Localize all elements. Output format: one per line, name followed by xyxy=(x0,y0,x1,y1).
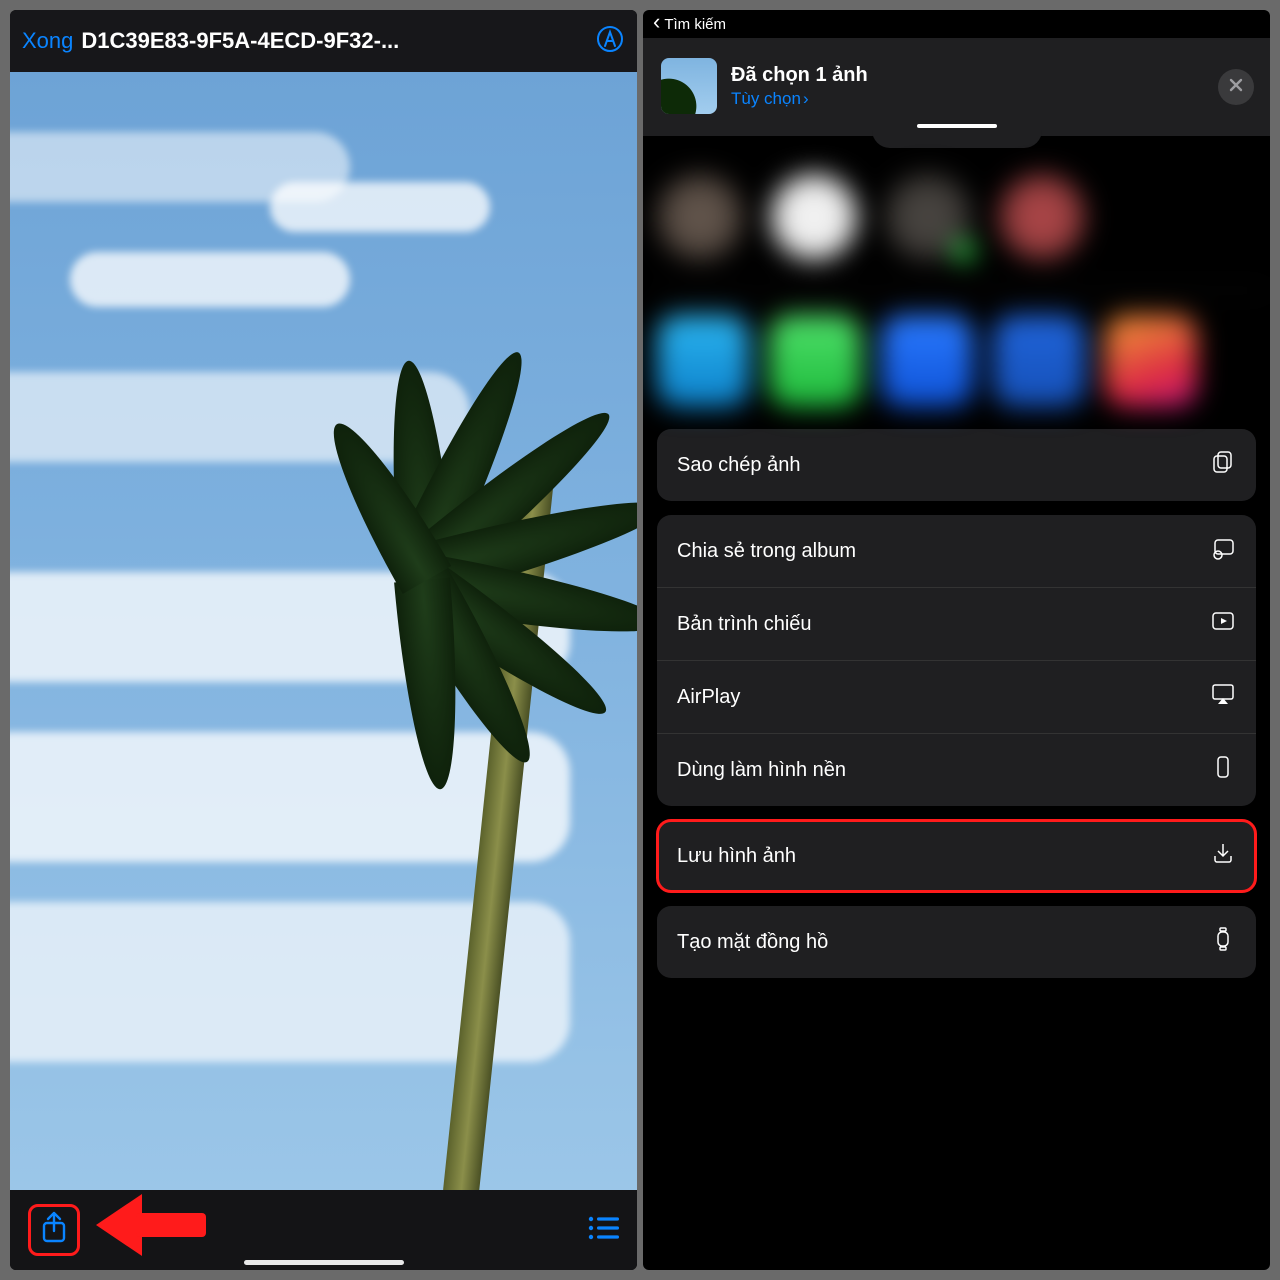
contact-avatar[interactable] xyxy=(771,174,857,260)
action-share-in-album[interactable]: Chia sẻ trong album xyxy=(657,515,1256,587)
airplay-icon xyxy=(1210,681,1236,713)
grabber-notch xyxy=(643,136,1270,156)
app-icon[interactable] xyxy=(881,315,973,407)
contacts-row[interactable] xyxy=(657,170,1270,290)
list-icon[interactable] xyxy=(587,1215,619,1246)
action-save-image[interactable]: Lưu hình ảnh xyxy=(657,820,1256,892)
status-bar: ‹ Tìm kiếm xyxy=(643,10,1270,38)
action-create-watchface[interactable]: Tạo mặt đồng hồ xyxy=(657,906,1256,978)
app-icon[interactable] xyxy=(769,315,861,407)
markup-icon[interactable] xyxy=(595,24,625,59)
file-title: D1C39E83-9F5A-4ECD-9F32-... xyxy=(81,28,587,54)
selection-thumbnail[interactable] xyxy=(661,58,717,114)
back-label[interactable]: Tìm kiếm xyxy=(664,16,726,33)
action-set-wallpaper[interactable]: Dùng làm hình nền xyxy=(657,733,1256,806)
app-icon[interactable] xyxy=(657,315,749,407)
action-save-image-highlight: Lưu hình ảnh xyxy=(657,820,1256,892)
palm-tree-fronds xyxy=(367,332,637,752)
copy-icon xyxy=(1210,449,1236,481)
action-copy-photo[interactable]: Sao chép ảnh xyxy=(657,429,1256,501)
home-indicator[interactable] xyxy=(244,1260,404,1265)
back-chevron-icon[interactable]: ‹ xyxy=(653,16,660,33)
contact-avatar[interactable] xyxy=(999,174,1085,260)
download-icon xyxy=(1210,840,1236,872)
selection-title: Đã chọn 1 ảnh xyxy=(731,64,868,87)
done-button[interactable]: Xong xyxy=(22,28,73,54)
app-icon[interactable] xyxy=(1105,315,1197,407)
share-sheet-screen: ‹ Tìm kiếm Đã chọn 1 ảnh Tùy chọn › xyxy=(643,10,1270,1270)
apps-row[interactable] xyxy=(657,290,1270,407)
options-link[interactable]: Tùy chọn › xyxy=(731,89,868,109)
share-targets-blurred xyxy=(643,156,1270,421)
action-slideshow[interactable]: Bản trình chiếu xyxy=(657,587,1256,660)
viewer-bottombar xyxy=(10,1190,637,1270)
share-button-highlight xyxy=(28,1204,80,1256)
photo-canvas[interactable] xyxy=(10,72,637,1190)
share-icon[interactable] xyxy=(40,1211,68,1250)
viewer-topbar: Xong D1C39E83-9F5A-4ECD-9F32-... xyxy=(10,10,637,72)
action-airplay[interactable]: AirPlay xyxy=(657,660,1256,733)
play-rect-icon xyxy=(1210,608,1236,640)
close-icon xyxy=(1228,77,1244,98)
photo-viewer-screen: Xong D1C39E83-9F5A-4ECD-9F32-... xyxy=(10,10,637,1270)
annotation-arrow xyxy=(96,1202,206,1248)
close-button[interactable] xyxy=(1218,69,1254,105)
phone-rect-icon xyxy=(1210,754,1236,786)
chevron-right-icon: › xyxy=(803,89,809,109)
contact-avatar[interactable] xyxy=(657,174,743,260)
app-icon[interactable] xyxy=(993,315,1085,407)
contact-avatar[interactable] xyxy=(885,174,971,260)
watch-icon xyxy=(1210,926,1236,958)
action-list: Sao chép ảnh Chia sẻ trong album Bản trì… xyxy=(643,421,1270,992)
shared-album-icon xyxy=(1210,535,1236,567)
